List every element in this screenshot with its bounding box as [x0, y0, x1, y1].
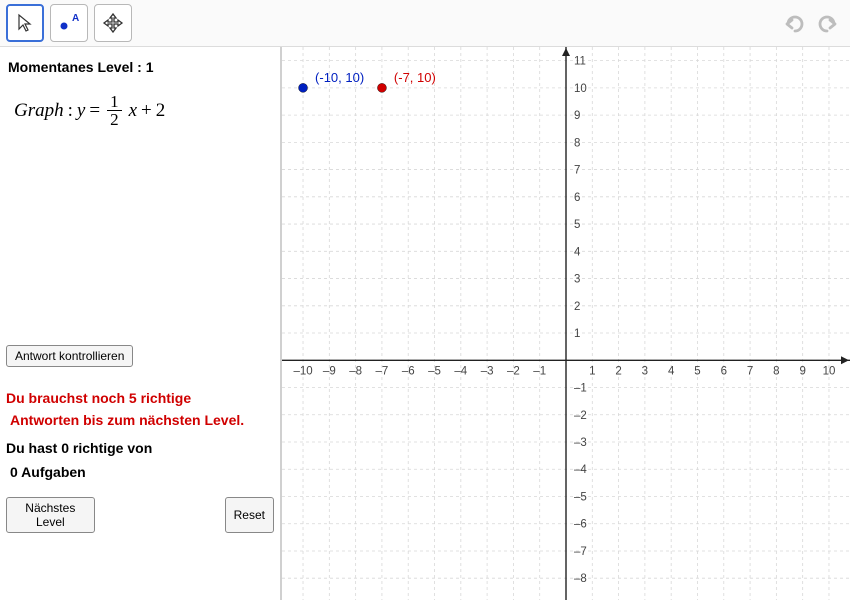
formula-denominator: 2: [107, 111, 122, 128]
svg-text:4: 4: [668, 365, 675, 377]
svg-text:5: 5: [694, 365, 700, 377]
svg-text:–6: –6: [402, 365, 415, 377]
undo-button[interactable]: [778, 8, 810, 38]
check-answer-button[interactable]: Antwort kontrollieren: [6, 345, 133, 367]
undo-icon: [781, 12, 807, 34]
score-message: Du hast 0 richtige von 0 Aufgaben: [6, 437, 152, 485]
move-icon: [101, 11, 125, 35]
undo-redo-group: [778, 8, 844, 38]
svg-text:(-7, 10): (-7, 10): [394, 70, 436, 85]
formula-numerator: 1: [107, 93, 122, 111]
svg-text:10: 10: [574, 83, 587, 95]
svg-text:9: 9: [574, 110, 580, 122]
reset-button[interactable]: Reset: [225, 497, 274, 533]
level-label: Momentanes Level : 1: [8, 59, 274, 75]
remaining-message: Du brauchst noch 5 richtige Antworten bi…: [6, 387, 244, 432]
redo-button[interactable]: [812, 8, 844, 38]
svg-text:–3: –3: [481, 365, 494, 377]
formula-label: Graph: [14, 100, 64, 122]
svg-text:–8: –8: [349, 365, 362, 377]
svg-text:6: 6: [574, 192, 580, 204]
pointer-tool[interactable]: [6, 4, 44, 42]
score-line2: 0 Aufgaben: [6, 461, 152, 485]
remaining-line2: Antworten bis zum nächsten Level.: [6, 409, 244, 431]
svg-text:3: 3: [642, 365, 648, 377]
svg-text:8: 8: [773, 365, 779, 377]
svg-text:–10: –10: [293, 365, 312, 377]
svg-text:10: 10: [823, 365, 836, 377]
svg-text:–9: –9: [323, 365, 336, 377]
formula-fraction: 1 2: [107, 93, 122, 128]
svg-text:–8: –8: [574, 573, 587, 585]
svg-text:1: 1: [589, 365, 595, 377]
formula-const: 2: [156, 100, 166, 122]
svg-text:–2: –2: [574, 410, 587, 422]
level-prefix: Momentanes Level :: [8, 59, 142, 75]
tool-group: A: [6, 4, 132, 42]
formula-x: x: [129, 100, 137, 122]
svg-text:7: 7: [574, 165, 580, 177]
svg-text:5: 5: [574, 219, 580, 231]
svg-text:–7: –7: [574, 546, 587, 558]
svg-text:7: 7: [747, 365, 753, 377]
svg-text:6: 6: [721, 365, 727, 377]
svg-text:–2: –2: [507, 365, 520, 377]
level-value: 1: [146, 59, 154, 75]
coordinate-grid[interactable]: –10–9–8–7–6–5–4–3–2–112345678910–8–7–6–5…: [282, 47, 850, 600]
next-level-button[interactable]: Nächstes Level: [6, 497, 95, 533]
point-icon: A: [55, 12, 83, 34]
toolbar: A: [0, 0, 850, 47]
formula-eq: =: [89, 100, 100, 122]
svg-text:–5: –5: [428, 365, 441, 377]
svg-text:11: 11: [574, 56, 586, 68]
point-tool[interactable]: A: [50, 4, 88, 42]
move-tool[interactable]: [94, 4, 132, 42]
left-pane: Momentanes Level : 1 Graph : y = 1 2 x +…: [0, 47, 282, 600]
svg-text:A: A: [72, 13, 79, 24]
svg-text:3: 3: [574, 274, 580, 286]
svg-text:–1: –1: [533, 365, 546, 377]
svg-text:4: 4: [574, 246, 581, 258]
score-line1: Du hast 0 richtige von: [6, 437, 152, 461]
remaining-line1: Du brauchst noch 5 richtige: [6, 387, 244, 409]
graph-pane[interactable]: –10–9–8–7–6–5–4–3–2–112345678910–8–7–6–5…: [282, 47, 850, 600]
svg-text:–6: –6: [574, 519, 587, 531]
svg-text:2: 2: [615, 365, 621, 377]
svg-text:–1: –1: [574, 383, 587, 395]
formula-plus: +: [141, 100, 152, 122]
formula-y: y: [77, 100, 85, 122]
svg-text:–4: –4: [454, 365, 467, 377]
cursor-icon: [14, 12, 36, 34]
redo-icon: [815, 12, 841, 34]
svg-text:2: 2: [574, 301, 580, 313]
formula: Graph : y = 1 2 x + 2: [14, 93, 274, 128]
svg-text:1: 1: [574, 328, 580, 340]
bottom-buttons: Nächstes Level Reset: [6, 497, 274, 533]
svg-text:8: 8: [574, 137, 580, 149]
svg-text:9: 9: [799, 365, 805, 377]
svg-text:(-10, 10): (-10, 10): [315, 70, 364, 85]
svg-text:–3: –3: [574, 437, 587, 449]
svg-text:–4: –4: [574, 464, 587, 476]
svg-text:–7: –7: [376, 365, 389, 377]
main: Momentanes Level : 1 Graph : y = 1 2 x +…: [0, 47, 850, 600]
svg-text:–5: –5: [574, 491, 587, 503]
